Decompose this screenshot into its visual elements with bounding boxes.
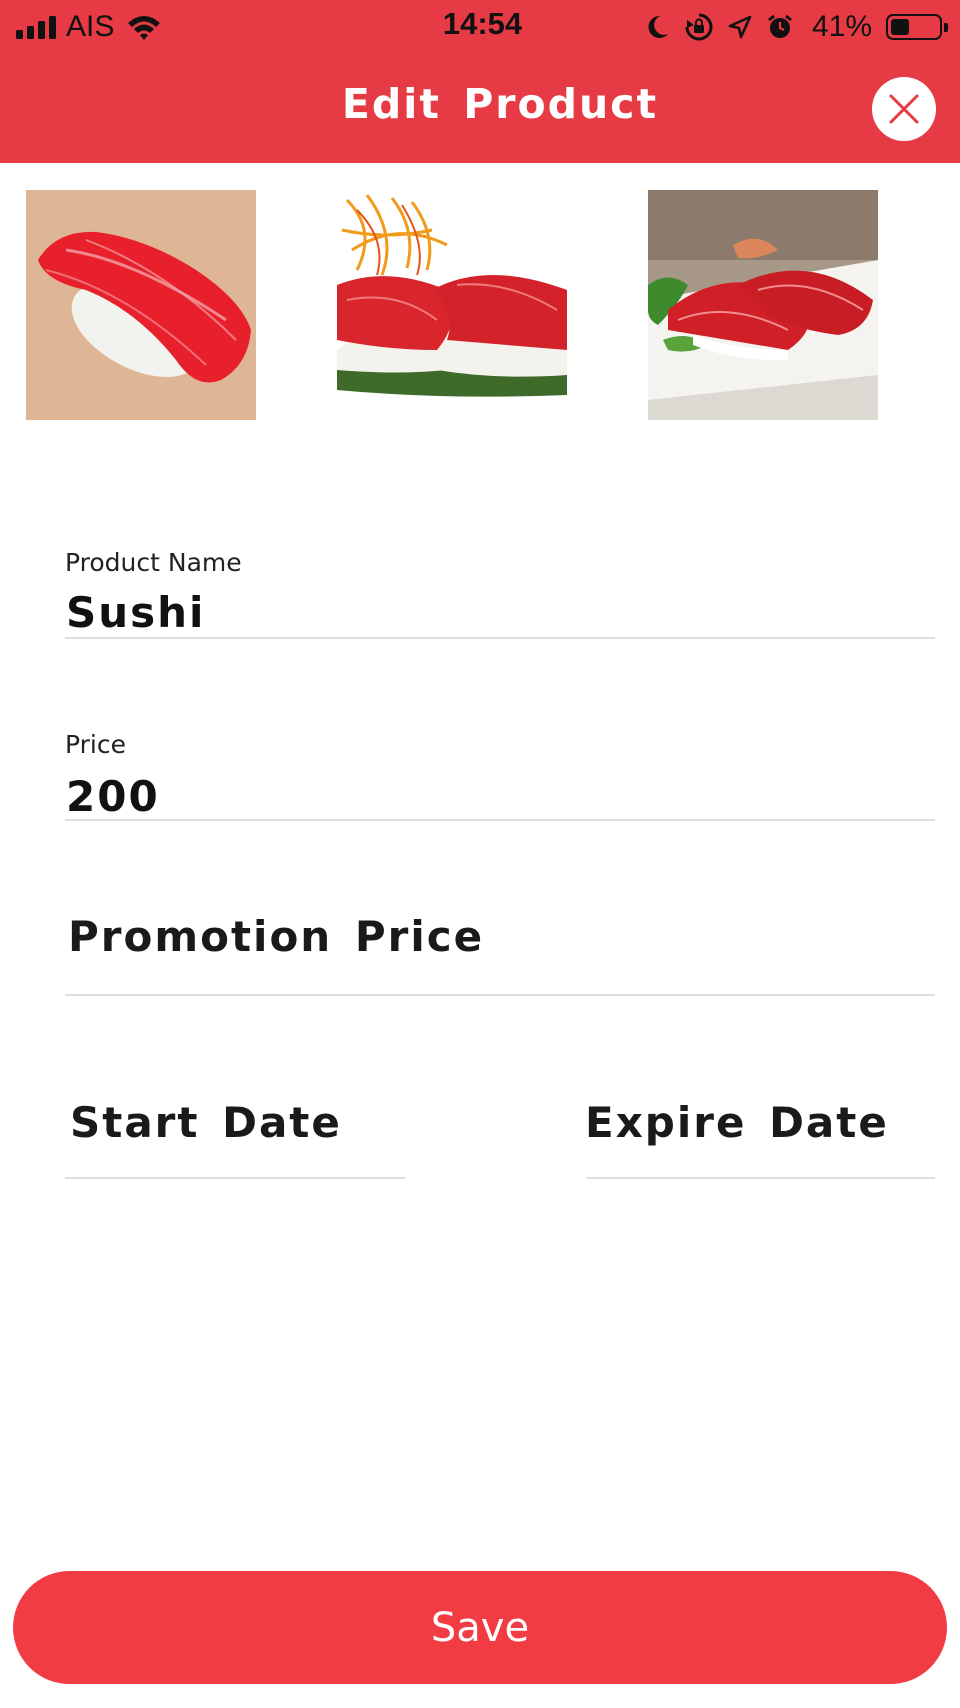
close-button[interactable] (872, 77, 936, 141)
rotation-lock-icon (685, 13, 713, 41)
expire-date-input[interactable] (586, 1080, 935, 1180)
header-bar: AIS 14:54 41% Edit Product (0, 0, 960, 163)
promotion-price-underline (65, 994, 935, 996)
save-button[interactable]: Save (13, 1571, 947, 1684)
product-name-input[interactable] (65, 540, 935, 640)
alarm-icon (768, 14, 792, 38)
status-bar: AIS 14:54 41% (0, 0, 960, 56)
page-title: Edit Product (341, 80, 659, 128)
moon-icon (648, 15, 668, 38)
product-image-2[interactable] (337, 190, 567, 420)
price-input[interactable] (65, 722, 935, 822)
location-icon (728, 15, 752, 39)
expire-date-underline (586, 1177, 935, 1179)
save-label: Save (430, 1604, 530, 1651)
battery-icon (886, 14, 948, 40)
start-date-input[interactable] (65, 1080, 405, 1180)
product-image-3[interactable] (648, 190, 878, 420)
start-date-underline (65, 1177, 405, 1179)
product-image-1[interactable] (26, 190, 256, 420)
product-name-underline (65, 637, 935, 639)
sushi-photo-1 (26, 190, 256, 420)
battery-level (891, 19, 909, 35)
sushi-photo-2 (337, 190, 567, 420)
price-underline (65, 819, 935, 821)
battery-percent: 41% (811, 10, 872, 43)
sushi-photo-3 (648, 190, 878, 420)
close-icon (889, 94, 919, 124)
promotion-price-input[interactable] (65, 890, 935, 995)
